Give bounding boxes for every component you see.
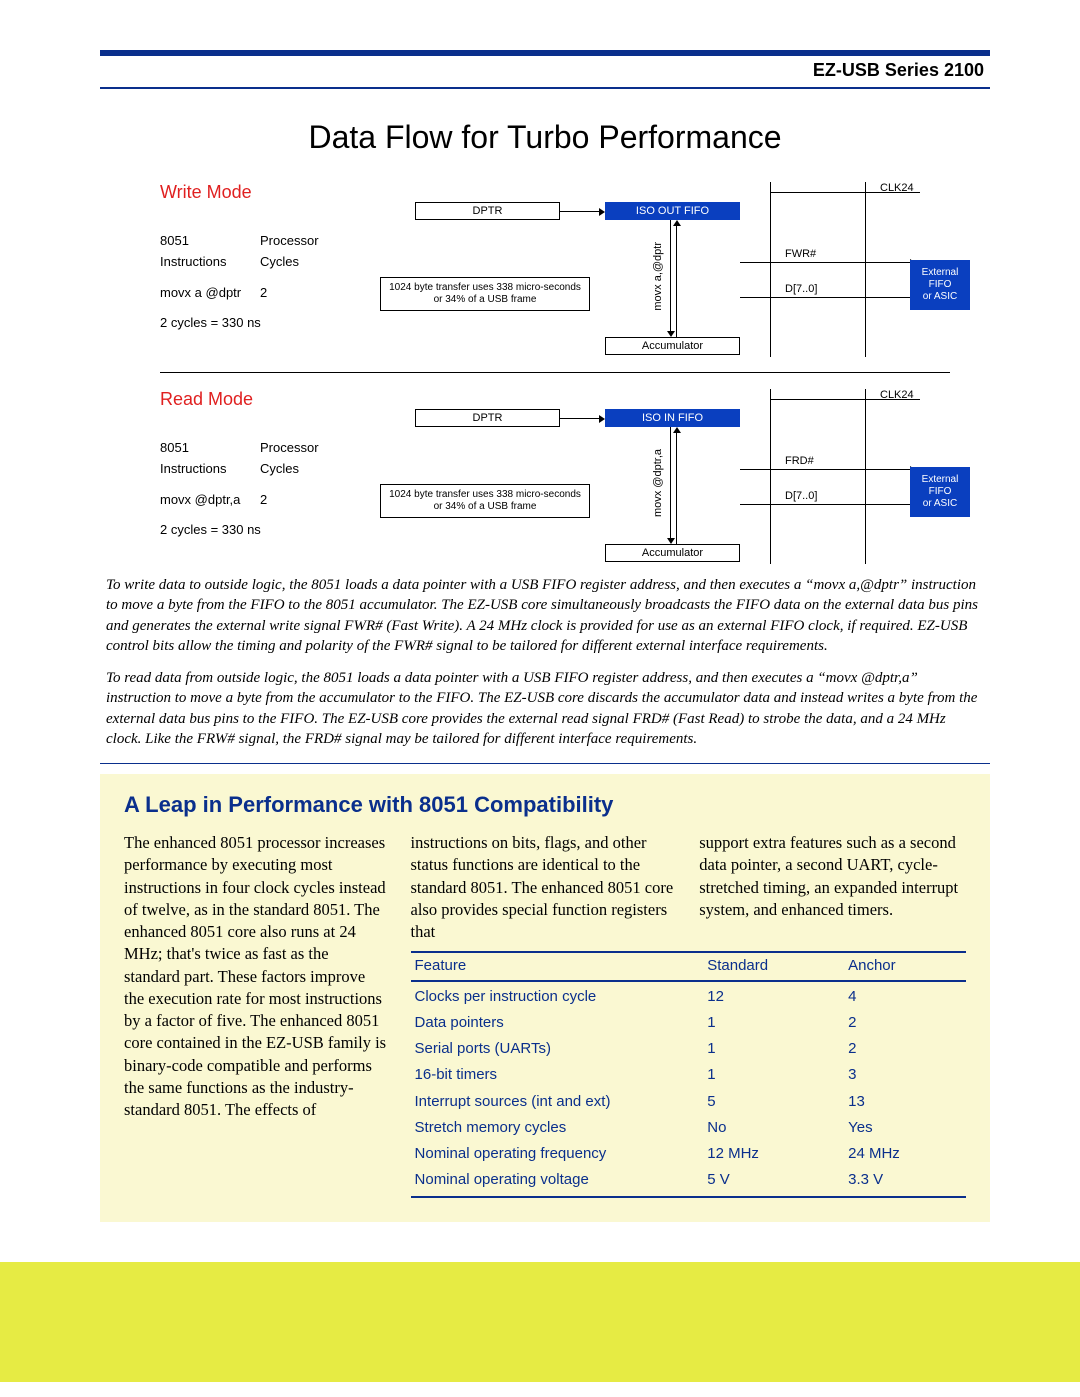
th-standard: Standard — [703, 953, 844, 979]
yellow-col2: instructions on bits, flags, and other s… — [411, 832, 678, 943]
iso-in-fifo-box: ISO IN FIFO — [605, 409, 740, 427]
th-feature: Feature — [411, 953, 704, 979]
clk-label-r: CLK24 — [880, 389, 914, 401]
table-row: Stretch memory cyclesNoYes — [411, 1115, 966, 1141]
read-instr-table: 8051Processor InstructionsCycles movx @d… — [160, 438, 350, 541]
table-row: Data pointers12 — [411, 1010, 966, 1036]
paragraph-write: To write data to outside logic, the 8051… — [106, 575, 984, 656]
movx-label: movx a,@dptr — [652, 242, 664, 311]
yellow-col1: The enhanced 8051 processor increases pe… — [124, 832, 389, 1198]
section-divider — [160, 372, 950, 373]
read-mode-diagram: Read Mode 8051Processor InstructionsCycl… — [100, 389, 990, 569]
accumulator-box-r: Accumulator — [605, 544, 740, 562]
write-note: 1024 byte transfer uses 338 micro-second… — [380, 277, 590, 311]
frd-label: FRD# — [785, 455, 814, 467]
series-title: EZ-USB Series 2100 — [100, 60, 990, 81]
table-row: Clocks per instruction cycle124 — [411, 984, 966, 1010]
d70-line — [740, 297, 910, 298]
write-instr-table: 8051Processor InstructionsCycles movx a … — [160, 231, 350, 334]
movx-label-r: movx @dptr,a — [652, 449, 664, 517]
dptr-box: DPTR — [415, 202, 560, 220]
header-rule-thick — [100, 50, 990, 56]
yellow-info-box: A Leap in Performance with 8051 Compatib… — [100, 774, 990, 1222]
feature-table: Feature Standard Anchor Clocks per instr… — [411, 951, 966, 1197]
read-note: 1024 byte transfer uses 338 micro-second… — [380, 484, 590, 518]
write-mode-heading: Write Mode — [160, 182, 350, 203]
read-mode-heading: Read Mode — [160, 389, 350, 410]
external-fifo-box: External FIFO or ASIC — [910, 260, 970, 310]
clk-label: CLK24 — [880, 182, 914, 194]
footer-strip — [0, 1262, 1080, 1382]
table-row: Interrupt sources (int and ext)513 — [411, 1089, 966, 1115]
fwr-line — [740, 262, 910, 263]
external-fifo-box-r: External FIFO or ASIC — [910, 467, 970, 517]
arrow-dptr-iso — [560, 211, 599, 212]
line-iso-acc — [670, 220, 671, 331]
dptr-box-r: DPTR — [415, 409, 560, 427]
th-anchor: Anchor — [844, 953, 966, 979]
section-rule — [100, 763, 990, 764]
d70-label-r: D[7..0] — [785, 490, 817, 502]
header-rule — [100, 87, 990, 89]
table-row: Nominal operating frequency12 MHz24 MHz — [411, 1141, 966, 1167]
paragraph-read: To read data from outside logic, the 805… — [106, 668, 984, 749]
table-row: 16-bit timers13 — [411, 1062, 966, 1088]
page-title: Data Flow for Turbo Performance — [100, 119, 990, 156]
iso-out-fifo-box: ISO OUT FIFO — [605, 202, 740, 220]
write-mode-diagram: Write Mode 8051Processor InstructionsCyc… — [100, 182, 990, 362]
accumulator-box: Accumulator — [605, 337, 740, 355]
d70-label: D[7..0] — [785, 283, 817, 295]
table-row: Serial ports (UARTs)12 — [411, 1036, 966, 1062]
yellow-col3: support extra features such as a second … — [699, 832, 966, 943]
yellow-heading: A Leap in Performance with 8051 Compatib… — [124, 792, 966, 818]
table-row: Nominal operating voltage5 V3.3 V — [411, 1167, 966, 1193]
fwr-label: FWR# — [785, 248, 816, 260]
